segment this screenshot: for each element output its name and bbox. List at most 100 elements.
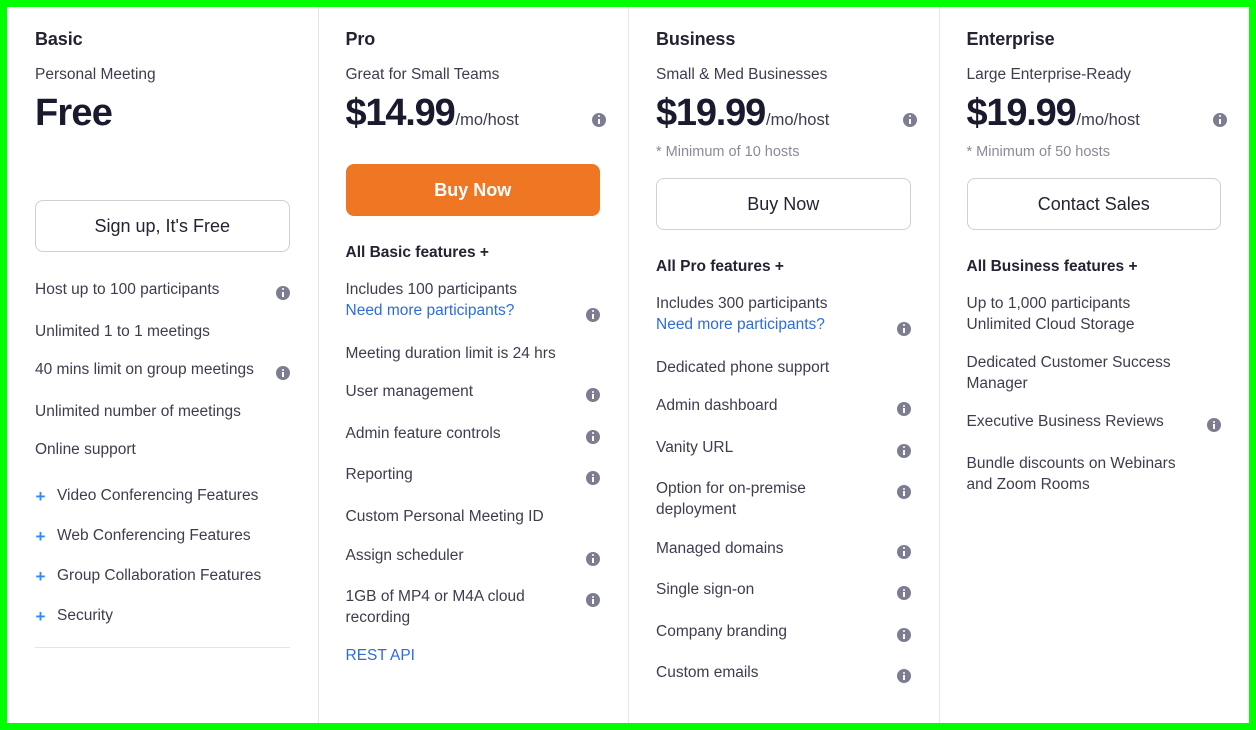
info-icon[interactable] xyxy=(586,429,600,444)
feature-text: Assign scheduler xyxy=(346,546,579,567)
feature-text: Host up to 100 participants xyxy=(35,280,268,301)
feature-label: Bundle discounts on Webinars and Zoom Ro… xyxy=(966,455,1176,493)
accordion-label: Security xyxy=(57,607,113,625)
info-icon[interactable] xyxy=(586,471,600,486)
info-icon[interactable] xyxy=(592,112,606,127)
plan-price-amount: $14.99 xyxy=(345,92,456,134)
info-icon[interactable] xyxy=(1213,112,1227,127)
plan-column-basic: Basic Personal Meeting Free Sign up, It's F… xyxy=(7,7,318,723)
info-icon[interactable] xyxy=(896,627,911,642)
feature-info-slot xyxy=(896,479,911,503)
info-icon[interactable] xyxy=(275,285,290,300)
plan-price-amount: Free xyxy=(35,92,113,134)
feature-label: REST API xyxy=(345,647,416,665)
feature-item: Company branding xyxy=(656,622,911,646)
feature-text: Bundle discounts on Webinars and Zoom Ro… xyxy=(967,454,1200,495)
info-icon[interactable] xyxy=(896,443,911,458)
feature-info-slot xyxy=(275,280,290,304)
info-icon[interactable] xyxy=(275,366,290,381)
feature-info-slot xyxy=(586,587,600,611)
info-icon[interactable] xyxy=(902,112,917,127)
feature-item: Option for on-premise deployment xyxy=(656,479,911,520)
feature-label: Assign scheduler xyxy=(345,546,464,564)
feature-text: Admin feature controls xyxy=(346,424,579,445)
feature-info-slot xyxy=(586,465,600,489)
feature-item: Vanity URL xyxy=(656,438,911,462)
plan-price-row: Free xyxy=(35,92,290,138)
plus-icon[interactable]: + xyxy=(35,528,46,545)
accordion-item[interactable]: + Web Conferencing Features xyxy=(35,527,290,545)
feature-item: Reporting xyxy=(346,465,600,489)
feature-list: Up to 1,000 participants Unlimited Cloud … xyxy=(967,294,1221,495)
need-more-participants-link[interactable]: Need more participants? xyxy=(656,315,889,336)
cta-button-business[interactable]: Buy Now xyxy=(656,178,911,230)
feature-label: Admin dashboard xyxy=(656,397,778,415)
feature-label: Option for on-premise deployment xyxy=(656,480,806,519)
plan-price-unit: /mo/host xyxy=(455,111,519,129)
feature-label: Custom emails xyxy=(656,664,759,682)
feature-info-slot xyxy=(1207,412,1221,436)
feature-label: User management xyxy=(345,383,474,401)
feature-text: User management xyxy=(346,382,579,403)
feature-label: Vanity URL xyxy=(656,438,734,456)
info-icon[interactable] xyxy=(586,307,600,322)
feature-item[interactable]: REST API xyxy=(346,646,601,667)
info-icon[interactable] xyxy=(586,388,600,403)
feature-item: Meeting duration limit is 24 hrs xyxy=(346,344,601,365)
info-icon[interactable] xyxy=(896,586,911,601)
feature-label: Meeting duration limit is 24 hrs xyxy=(345,344,556,362)
plan-column-enterprise: Enterprise Large Enterprise-Ready $19.99/m… xyxy=(938,7,1250,723)
info-icon[interactable] xyxy=(896,321,911,336)
cta-button-pro[interactable]: Buy Now xyxy=(345,164,600,216)
cta-button-basic[interactable]: Sign up, It's Free xyxy=(35,200,290,252)
feature-info-slot xyxy=(586,507,600,510)
info-icon[interactable] xyxy=(1207,418,1221,433)
plan-price-amount: $19.99 xyxy=(656,92,766,134)
need-more-participants-link[interactable]: Need more participants? xyxy=(346,301,579,322)
feature-text: Vanity URL xyxy=(656,438,889,459)
cta-button-enterprise[interactable]: Contact Sales xyxy=(966,178,1221,230)
feature-item: Admin feature controls xyxy=(346,424,600,448)
feature-label: Dedicated phone support xyxy=(656,358,830,376)
feature-item: Executive Business Reviews xyxy=(967,412,1221,436)
cta-wrapper: Contact Sales xyxy=(966,178,1221,230)
feature-text: Reporting xyxy=(346,465,579,486)
info-icon[interactable] xyxy=(586,551,600,566)
plus-icon[interactable]: + xyxy=(35,568,46,585)
pricing-plan-columns: Basic Personal Meeting Free Sign up, It's F… xyxy=(7,7,1249,723)
accordion-item[interactable]: + Security xyxy=(35,607,290,625)
feature-label: Unlimited 1 to 1 meetings xyxy=(35,322,210,340)
feature-label: Custom Personal Meeting ID xyxy=(345,508,544,526)
feature-info-slot xyxy=(586,424,600,448)
feature-text[interactable]: REST API xyxy=(346,646,579,667)
cta-wrapper: Sign up, It's Free xyxy=(35,200,290,252)
accordion-item[interactable]: + Video Conferencing Features xyxy=(35,487,290,505)
feature-text: Custom Personal Meeting ID xyxy=(346,507,579,528)
info-icon[interactable] xyxy=(586,593,600,608)
plan-tagline: Personal Meeting xyxy=(35,66,156,83)
plus-icon[interactable]: + xyxy=(35,488,46,505)
feature-item: 1GB of MP4 or M4A cloud recording xyxy=(346,587,600,628)
price-info-wrapper xyxy=(1213,111,1227,129)
accordion-item[interactable]: + Group Collaboration Features xyxy=(35,567,290,585)
feature-item: Custom emails xyxy=(656,663,911,687)
info-icon[interactable] xyxy=(896,669,911,684)
feature-info-slot xyxy=(896,663,911,687)
feature-item: Admin dashboard xyxy=(656,396,911,420)
feature-label: Reporting xyxy=(345,466,413,484)
feature-info-slot xyxy=(896,580,911,604)
feature-text: Managed domains xyxy=(656,539,889,560)
feature-list: Host up to 100 participants Unlimited 1 t… xyxy=(35,280,290,461)
feature-label: Online support xyxy=(35,441,136,459)
feature-text: Single sign-on xyxy=(656,580,889,601)
plus-icon[interactable]: + xyxy=(35,608,46,625)
feature-text: Dedicated phone support xyxy=(656,358,889,379)
info-icon[interactable] xyxy=(896,544,911,559)
feature-info-slot xyxy=(586,546,600,570)
info-icon[interactable] xyxy=(896,485,911,500)
feature-label: Host up to 100 participants xyxy=(35,281,220,298)
info-icon[interactable] xyxy=(896,402,911,417)
plan-tagline: Small & Med Businesses xyxy=(656,66,828,83)
feature-label: Single sign-on xyxy=(656,581,755,599)
plan-name: Basic xyxy=(35,29,83,49)
